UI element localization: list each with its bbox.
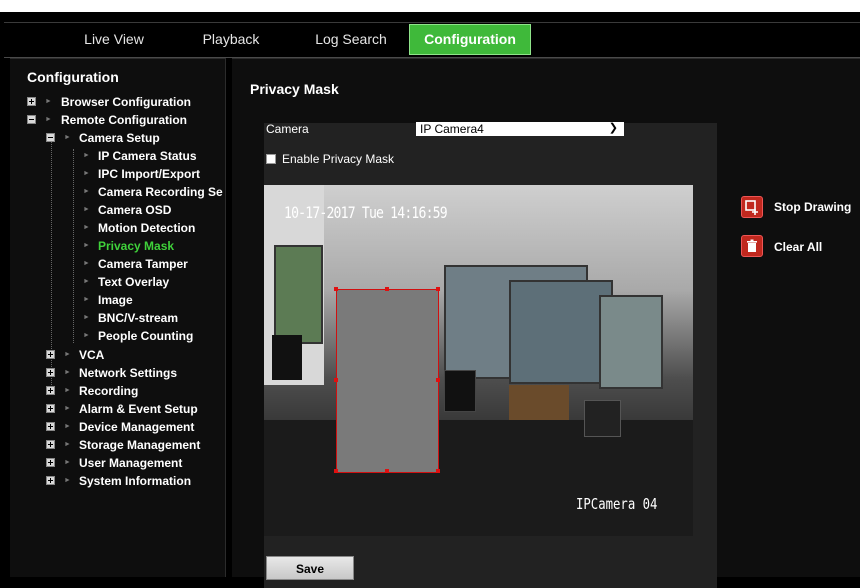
- stop-drawing-icon[interactable]: [741, 196, 763, 218]
- sidebar-item-alarm-event-setup[interactable]: Alarm & Event Setup: [79, 400, 198, 418]
- resize-handle[interactable]: [436, 469, 440, 473]
- sidebar-item-user-management[interactable]: User Management: [79, 454, 182, 472]
- expand-icon[interactable]: [46, 404, 55, 413]
- resize-handle[interactable]: [334, 378, 338, 382]
- chevron-right-icon: ►: [83, 278, 90, 285]
- chevron-right-icon: ►: [64, 405, 71, 412]
- shelf: [509, 385, 569, 420]
- sidebar-item-text-overlay[interactable]: Text Overlay: [98, 273, 169, 291]
- resize-handle[interactable]: [385, 469, 389, 473]
- chevron-right-icon: ►: [83, 260, 90, 267]
- clear-all-button[interactable]: Clear All: [774, 240, 822, 254]
- enable-privacy-mask-checkbox[interactable]: [266, 154, 276, 164]
- chevron-right-icon: ►: [64, 351, 71, 358]
- resize-handle[interactable]: [385, 287, 389, 291]
- video-camera-name: IPCamera 04: [576, 495, 658, 513]
- window-pane: [274, 245, 323, 344]
- expand-icon[interactable]: [46, 476, 55, 485]
- sidebar-item-vca[interactable]: VCA: [79, 346, 104, 364]
- camera-video-feed[interactable]: 10-17-2017 Tue 14:16:59 IPCamera 04: [264, 185, 693, 536]
- privacy-mask-region[interactable]: [334, 287, 440, 473]
- expand-icon[interactable]: [46, 440, 55, 449]
- sidebar-item-system-information[interactable]: System Information: [79, 472, 191, 490]
- chevron-right-icon: ►: [83, 332, 90, 339]
- expand-icon[interactable]: [46, 350, 55, 359]
- monitor: [272, 335, 302, 380]
- camera-select[interactable]: IP Camera4 ❯: [416, 122, 624, 136]
- resize-handle[interactable]: [334, 469, 338, 473]
- chevron-right-icon: ►: [64, 477, 71, 484]
- sidebar-item-camera-tamper[interactable]: Camera Tamper: [98, 255, 188, 273]
- sidebar-item-network-settings[interactable]: Network Settings: [79, 364, 177, 382]
- tree-connector: [73, 149, 74, 343]
- chevron-right-icon: ►: [64, 441, 71, 448]
- monitor: [444, 370, 476, 412]
- expand-icon[interactable]: [46, 368, 55, 377]
- resize-handle[interactable]: [334, 287, 338, 291]
- expand-icon[interactable]: [46, 386, 55, 395]
- sidebar-item-recording[interactable]: Recording: [79, 382, 138, 400]
- trash-icon[interactable]: [741, 235, 763, 257]
- expand-icon[interactable]: [46, 458, 55, 467]
- tab-log-search[interactable]: Log Search: [301, 25, 401, 53]
- stop-drawing-button[interactable]: Stop Drawing: [774, 200, 851, 214]
- window-pane: [509, 280, 613, 384]
- draw-rectangle-icon: [745, 200, 758, 215]
- sidebar-item-device-management[interactable]: Device Management: [79, 418, 194, 436]
- chevron-right-icon: ►: [83, 242, 90, 249]
- chevron-right-icon: ►: [83, 152, 90, 159]
- sidebar-item-browser-configuration[interactable]: Browser Configuration: [61, 93, 191, 111]
- sidebar-item-image[interactable]: Image: [98, 291, 133, 309]
- camera-label: Camera: [266, 122, 309, 136]
- chevron-right-icon: ►: [83, 224, 90, 231]
- camera-select-value: IP Camera4: [420, 122, 484, 136]
- resize-handle[interactable]: [436, 378, 440, 382]
- tab-configuration[interactable]: Configuration: [409, 24, 531, 55]
- chevron-right-icon: ►: [83, 314, 90, 321]
- page-title: Privacy Mask: [250, 81, 339, 97]
- sidebar-item-privacy-mask[interactable]: Privacy Mask: [98, 237, 174, 255]
- sidebar-item-ipc-import-export[interactable]: IPC Import/Export: [98, 165, 200, 183]
- resize-handle[interactable]: [436, 287, 440, 291]
- monitor: [584, 400, 621, 437]
- chevron-down-icon: ❯: [608, 122, 618, 134]
- enable-privacy-mask-label[interactable]: Enable Privacy Mask: [282, 152, 394, 166]
- sidebar-item-camera-recording-settings[interactable]: Camera Recording Se: [98, 183, 223, 201]
- sidebar-item-camera-setup[interactable]: Camera Setup: [79, 129, 160, 147]
- save-button[interactable]: Save: [266, 556, 354, 580]
- sidebar-item-people-counting[interactable]: People Counting: [98, 327, 193, 345]
- desk-area: [264, 420, 693, 536]
- sidebar-item-bnc-v-stream[interactable]: BNC/V-stream: [98, 309, 178, 327]
- chevron-right-icon: ►: [83, 206, 90, 213]
- sidebar-item-camera-osd[interactable]: Camera OSD: [98, 201, 171, 219]
- delete-icon: [747, 239, 757, 252]
- chevron-right-icon: ►: [64, 423, 71, 430]
- chevron-right-icon: ►: [64, 369, 71, 376]
- expand-icon[interactable]: [46, 422, 55, 431]
- tab-live-view[interactable]: Live View: [59, 25, 169, 53]
- chevron-right-icon: ►: [64, 387, 71, 394]
- chevron-right-icon: ►: [45, 116, 52, 123]
- video-timestamp: 10-17-2017 Tue 14:16:59: [284, 203, 448, 222]
- config-sidebar: Configuration ► Browser Configuration ► …: [10, 58, 226, 577]
- sidebar-title: Configuration: [27, 69, 119, 85]
- chevron-right-icon: ►: [64, 134, 71, 141]
- sidebar-item-ip-camera-status[interactable]: IP Camera Status: [98, 147, 197, 165]
- window-pane: [599, 295, 663, 389]
- tab-playback[interactable]: Playback: [186, 25, 276, 53]
- chevron-right-icon: ►: [64, 459, 71, 466]
- chevron-right-icon: ►: [83, 188, 90, 195]
- sidebar-item-motion-detection[interactable]: Motion Detection: [98, 219, 195, 237]
- collapse-icon[interactable]: [46, 133, 55, 142]
- sidebar-item-storage-management[interactable]: Storage Management: [79, 436, 200, 454]
- chevron-right-icon: ►: [83, 296, 90, 303]
- expand-icon[interactable]: [27, 97, 36, 106]
- sidebar-item-remote-configuration[interactable]: Remote Configuration: [61, 111, 187, 129]
- chevron-right-icon: ►: [45, 98, 52, 105]
- top-tab-bar: Live View Playback Log Search Configurat…: [4, 22, 860, 58]
- chevron-right-icon: ►: [83, 170, 90, 177]
- collapse-icon[interactable]: [27, 115, 36, 124]
